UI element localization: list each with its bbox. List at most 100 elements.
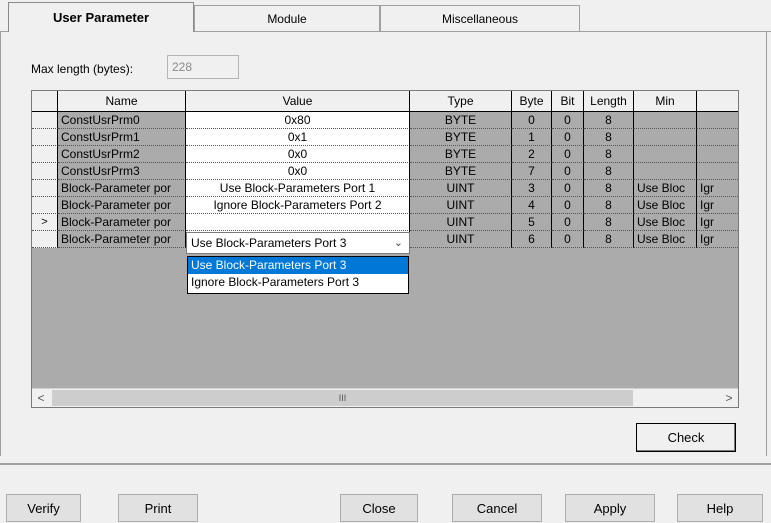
cell-max [697, 146, 738, 163]
print-button[interactable]: Print [118, 494, 198, 522]
max-length-field: 228 [167, 55, 239, 79]
cell-byte: 4 [512, 197, 552, 214]
table-row[interactable]: ConstUsrPrm0 0x80 BYTE 0 0 8 [32, 112, 738, 129]
cell-min [634, 146, 697, 163]
verify-button[interactable]: Verify [6, 494, 81, 522]
cell-bit: 0 [552, 163, 584, 180]
cell-min: Use Bloc [634, 197, 697, 214]
cell-bit: 0 [552, 146, 584, 163]
chevron-down-icon[interactable]: ⌄ [394, 236, 403, 249]
column-header-max[interactable] [697, 91, 738, 112]
cell-name: Block-Parameter por [58, 231, 186, 248]
cell-byte: 5 [512, 214, 552, 231]
table-header-row: Name Value Type Byte Bit Length Min [32, 91, 738, 112]
close-button[interactable]: Close [340, 494, 418, 522]
row-header[interactable]: > [32, 214, 58, 231]
cell-byte: 3 [512, 180, 552, 197]
cell-type: BYTE [410, 129, 512, 146]
column-header-length[interactable]: Length [584, 91, 634, 112]
tab-user-parameter[interactable]: User Parameter [8, 2, 194, 32]
cell-byte: 6 [512, 231, 552, 248]
cell-length: 8 [584, 163, 634, 180]
dropdown-option-use-port-3[interactable]: Use Block-Parameters Port 3 [188, 257, 408, 274]
table-row[interactable]: ConstUsrPrm2 0x0 BYTE 2 0 8 [32, 146, 738, 163]
cell-name: Block-Parameter por [58, 197, 186, 214]
cancel-button[interactable]: Cancel [452, 494, 542, 522]
scrollbar-thumb[interactable]: III [52, 390, 633, 406]
column-header-byte[interactable]: Byte [512, 91, 552, 112]
cell-type: UINT [410, 197, 512, 214]
cell-max: Igr [697, 231, 738, 248]
cell-max [697, 129, 738, 146]
panel-border-right [766, 31, 767, 456]
cell-name: Block-Parameter por [58, 214, 186, 231]
cell-min [634, 129, 697, 146]
cell-type: BYTE [410, 112, 512, 129]
table-row[interactable]: > Block-Parameter por UINT 5 0 8 Use Bloc Igr [32, 214, 738, 231]
horizontal-scrollbar[interactable]: < III > [32, 388, 738, 407]
value-combobox[interactable]: Use Block-Parameters Port 3 ⌄ [186, 232, 410, 254]
column-header-min[interactable]: Min [634, 91, 697, 112]
cell-value[interactable]: 0x80 [186, 112, 410, 129]
cell-length: 8 [584, 180, 634, 197]
check-button[interactable]: Check [636, 423, 736, 452]
dropdown-option-ignore-port-3[interactable]: Ignore Block-Parameters Port 3 [188, 274, 408, 291]
help-button[interactable]: Help [677, 494, 763, 522]
cell-bit: 0 [552, 197, 584, 214]
cell-min: Use Bloc [634, 180, 697, 197]
cell-min: Use Bloc [634, 214, 697, 231]
cell-length: 8 [584, 146, 634, 163]
cell-value[interactable]: Use Block-Parameters Port 1 [186, 180, 410, 197]
row-header[interactable] [32, 231, 58, 248]
value-dropdown-list[interactable]: Use Block-Parameters Port 3 Ignore Block… [187, 256, 409, 294]
cell-type: UINT [410, 214, 512, 231]
cell-type: UINT [410, 231, 512, 248]
cell-max: Igr [697, 214, 738, 231]
table-row[interactable]: ConstUsrPrm3 0x0 BYTE 7 0 8 [32, 163, 738, 180]
row-header-corner [32, 91, 58, 112]
table-row[interactable]: ConstUsrPrm1 0x1 BYTE 1 0 8 [32, 129, 738, 146]
cell-type: UINT [410, 180, 512, 197]
cell-bit: 0 [552, 180, 584, 197]
table-row[interactable]: Block-Parameter por Ignore Block-Paramete… [32, 197, 738, 214]
column-header-type[interactable]: Type [410, 91, 512, 112]
max-length-label: Max length (bytes): [31, 62, 134, 76]
cell-length: 8 [584, 112, 634, 129]
cell-byte: 7 [512, 163, 552, 180]
cell-value[interactable]: 0x0 [186, 146, 410, 163]
column-header-bit[interactable]: Bit [552, 91, 584, 112]
value-combobox-text: Use Block-Parameters Port 3 [191, 236, 347, 250]
cell-name: ConstUsrPrm2 [58, 146, 186, 163]
row-header[interactable] [32, 112, 58, 129]
cell-name: ConstUsrPrm3 [58, 163, 186, 180]
row-header[interactable] [32, 129, 58, 146]
column-header-value[interactable]: Value [186, 91, 410, 112]
cell-value[interactable] [186, 214, 410, 231]
cell-length: 8 [584, 214, 634, 231]
scroll-left-icon[interactable]: < [32, 389, 50, 407]
scroll-right-icon[interactable]: > [720, 389, 738, 407]
cell-max [697, 163, 738, 180]
cell-bit: 0 [552, 231, 584, 248]
row-header[interactable] [32, 163, 58, 180]
cell-byte: 1 [512, 129, 552, 146]
cell-byte: 2 [512, 146, 552, 163]
column-header-name[interactable]: Name [58, 91, 186, 112]
cell-name: ConstUsrPrm1 [58, 129, 186, 146]
cell-name: Block-Parameter por [58, 180, 186, 197]
cell-value[interactable]: Ignore Block-Parameters Port 2 [186, 197, 410, 214]
row-header[interactable] [32, 180, 58, 197]
row-header[interactable] [32, 197, 58, 214]
cell-length: 8 [584, 129, 634, 146]
cell-byte: 0 [512, 112, 552, 129]
tab-module[interactable]: Module [194, 5, 380, 31]
row-header[interactable] [32, 146, 58, 163]
apply-button[interactable]: Apply [565, 494, 655, 522]
cell-value[interactable]: 0x1 [186, 129, 410, 146]
cell-value[interactable]: 0x0 [186, 163, 410, 180]
table-row[interactable]: Block-Parameter por Use Block-Parameters … [32, 180, 738, 197]
cell-length: 8 [584, 197, 634, 214]
cell-type: BYTE [410, 163, 512, 180]
cell-bit: 0 [552, 214, 584, 231]
tab-miscellaneous[interactable]: Miscellaneous [380, 5, 580, 31]
